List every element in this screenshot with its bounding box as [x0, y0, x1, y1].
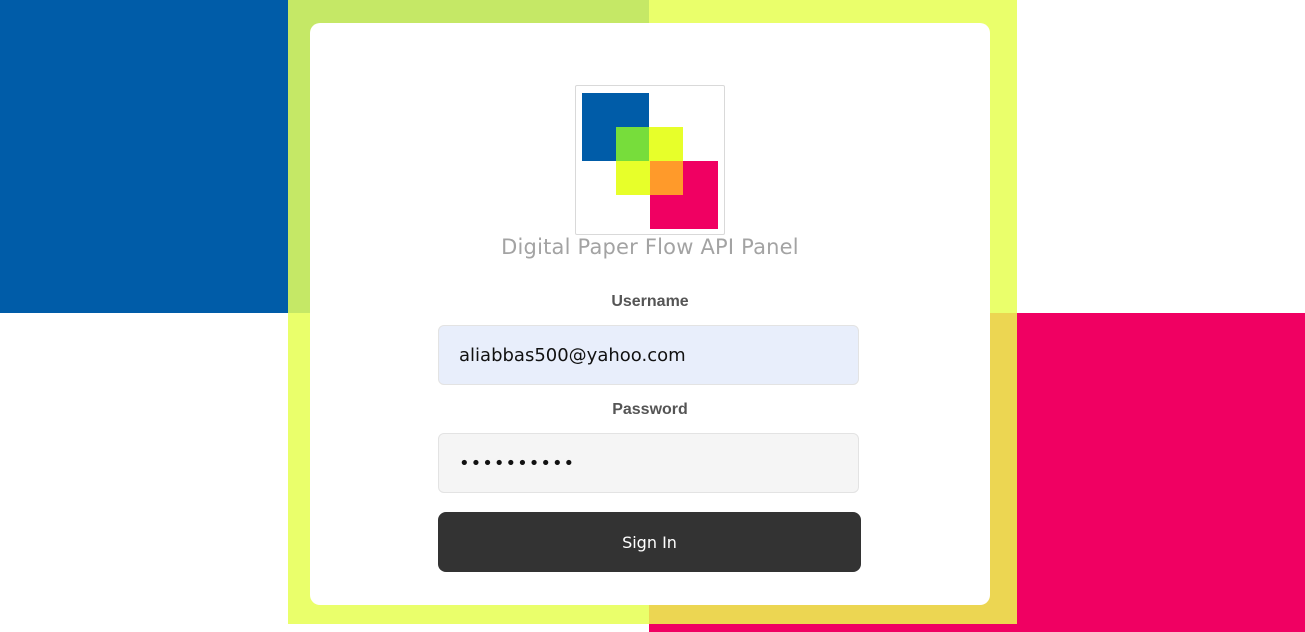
background-block-pink-strip [649, 624, 1017, 632]
logo [575, 85, 725, 235]
digital-paper-flow-logo-icon [582, 93, 718, 229]
sign-in-button[interactable]: Sign In [438, 512, 861, 572]
background-block-blue [0, 0, 288, 313]
username-input[interactable] [438, 325, 859, 385]
background-block-pink [1017, 313, 1305, 632]
username-label: Username [611, 293, 689, 310]
password-input[interactable] [438, 433, 859, 493]
login-page: Digital Paper Flow API Panel Username Pa… [0, 0, 1305, 632]
app-title: Digital Paper Flow API Panel [501, 235, 799, 259]
password-label: Password [612, 401, 688, 418]
login-card: Digital Paper Flow API Panel Username Pa… [310, 23, 990, 605]
